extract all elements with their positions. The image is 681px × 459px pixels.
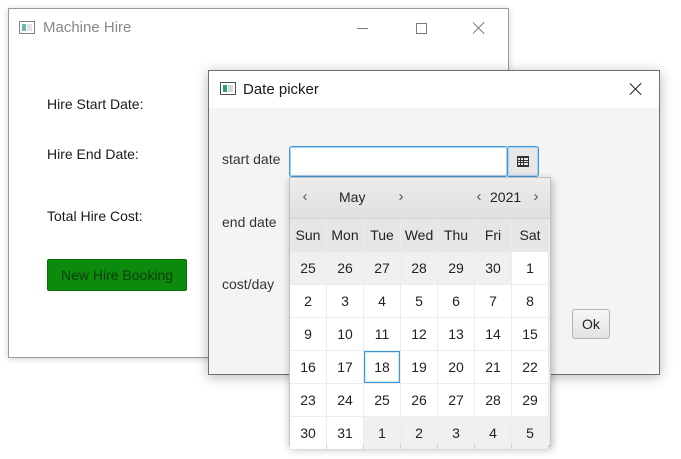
minimize-icon: [356, 27, 368, 29]
day-cell[interactable]: 4: [364, 285, 400, 317]
weekday-header: Wed: [401, 219, 437, 251]
day-cell[interactable]: 22: [512, 351, 548, 383]
day-cell[interactable]: 8: [512, 285, 548, 317]
dialog-title: Date picker: [243, 81, 319, 98]
start-date-input[interactable]: [289, 146, 508, 177]
day-cell[interactable]: 23: [290, 384, 326, 416]
weekday-header: Fri: [475, 219, 511, 251]
hire-end-date-label: Hire End Date:: [47, 146, 139, 162]
day-cell[interactable]: 15: [512, 318, 548, 350]
weekday-header: Sun: [290, 219, 326, 251]
day-cell[interactable]: 3: [327, 285, 363, 317]
year-label[interactable]: 2021: [490, 189, 521, 205]
new-hire-booking-button[interactable]: New Hire Booking: [47, 259, 187, 291]
day-cell[interactable]: 1: [364, 417, 400, 449]
day-cell[interactable]: 29: [512, 384, 548, 416]
dialog-close-button[interactable]: [613, 74, 659, 104]
dialog-app-icon: [220, 82, 236, 95]
day-cell[interactable]: 12: [401, 318, 437, 350]
weekday-header: Tue: [364, 219, 400, 251]
close-icon: [629, 82, 643, 96]
day-cell[interactable]: 29: [438, 252, 474, 284]
cost-per-day-label: cost/day: [222, 276, 275, 292]
calendar-toggle-button[interactable]: [508, 146, 539, 177]
day-cell[interactable]: 28: [401, 252, 437, 284]
day-cell[interactable]: 19: [401, 351, 437, 383]
day-cell[interactable]: 21: [475, 351, 511, 383]
previous-year-icon[interactable]: ‹: [472, 188, 486, 206]
date-picker-popup: ‹ May › ‹ 2021 › Sun Mon Tue Wed Thu Fri Sat 25…: [289, 177, 551, 449]
day-cell[interactable]: 25: [290, 252, 326, 284]
day-cell[interactable]: 10: [327, 318, 363, 350]
day-cell[interactable]: 25: [364, 384, 400, 416]
day-cell[interactable]: 31: [327, 417, 363, 449]
day-cell[interactable]: 5: [512, 417, 548, 449]
app-icon: [19, 21, 35, 34]
day-cell[interactable]: 27: [438, 384, 474, 416]
day-cell[interactable]: 1: [512, 252, 548, 284]
end-date-label: end date: [222, 214, 277, 230]
month-year-header: ‹ May › ‹ 2021 ›: [290, 178, 550, 219]
day-cell[interactable]: 2: [401, 417, 437, 449]
main-titlebar[interactable]: Machine Hire: [9, 9, 508, 47]
weekday-header: Sat: [512, 219, 548, 251]
day-cell[interactable]: 2: [290, 285, 326, 317]
day-cell[interactable]: 17: [327, 351, 363, 383]
total-hire-cost-label: Total Hire Cost:: [47, 208, 143, 224]
ok-button[interactable]: Ok: [572, 309, 610, 339]
day-cell[interactable]: 5: [401, 285, 437, 317]
day-cell[interactable]: 30: [290, 417, 326, 449]
weekday-header: Mon: [327, 219, 363, 251]
next-month-icon[interactable]: ›: [394, 188, 408, 206]
weekday-header: Thu: [438, 219, 474, 251]
minimize-button[interactable]: [339, 13, 385, 43]
day-cell[interactable]: 26: [401, 384, 437, 416]
day-cell[interactable]: 16: [290, 351, 326, 383]
next-year-icon[interactable]: ›: [529, 188, 543, 206]
main-window-title: Machine Hire: [43, 19, 132, 36]
maximize-icon: [415, 22, 427, 34]
day-cell[interactable]: 26: [327, 252, 363, 284]
day-cell[interactable]: 27: [364, 252, 400, 284]
calendar-icon: [517, 156, 529, 167]
hire-start-date-label: Hire Start Date:: [47, 96, 144, 112]
close-icon: [472, 21, 486, 35]
day-cell[interactable]: 3: [438, 417, 474, 449]
maximize-button[interactable]: [398, 13, 444, 43]
day-cell[interactable]: 30: [475, 252, 511, 284]
day-cell[interactable]: 9: [290, 318, 326, 350]
day-cell-today[interactable]: 18: [364, 351, 400, 383]
day-cell[interactable]: 4: [475, 417, 511, 449]
day-cell[interactable]: 14: [475, 318, 511, 350]
day-cell[interactable]: 6: [438, 285, 474, 317]
previous-month-icon[interactable]: ‹: [298, 188, 312, 206]
day-cell[interactable]: 7: [475, 285, 511, 317]
start-date-label: start date: [222, 151, 281, 167]
calendar-grid: Sun Mon Tue Wed Thu Fri Sat 25 26 27 28 29 30 1 2 3 4 5 6 7…: [290, 219, 550, 449]
month-label[interactable]: May: [339, 189, 365, 205]
day-cell[interactable]: 11: [364, 318, 400, 350]
day-cell[interactable]: 13: [438, 318, 474, 350]
day-cell[interactable]: 20: [438, 351, 474, 383]
day-cell[interactable]: 28: [475, 384, 511, 416]
dialog-titlebar[interactable]: Date picker: [209, 71, 659, 108]
close-button[interactable]: [456, 13, 502, 43]
day-cell[interactable]: 24: [327, 384, 363, 416]
